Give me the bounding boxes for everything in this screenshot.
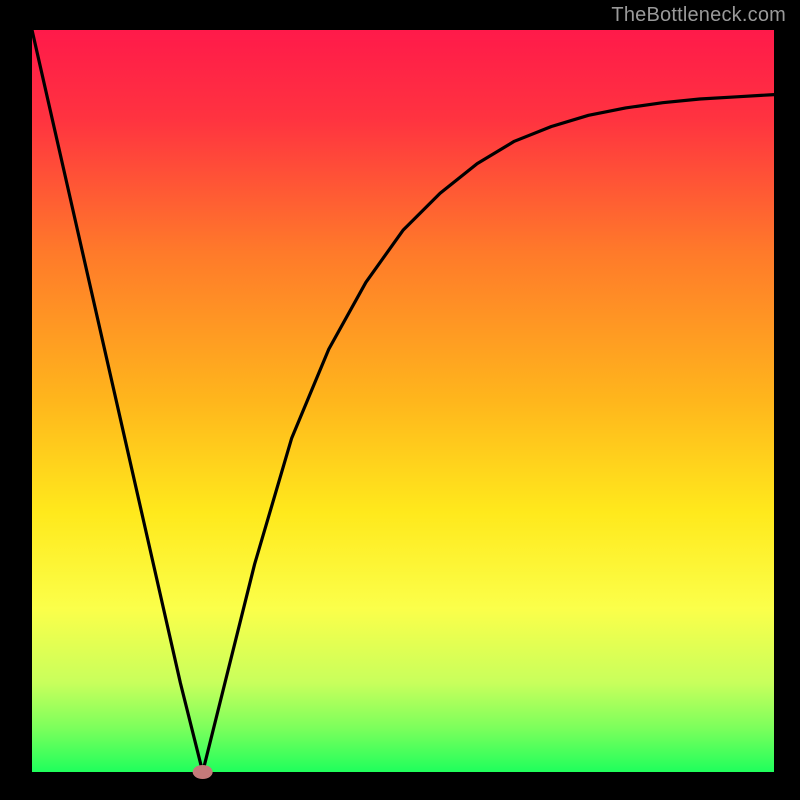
chart-frame: TheBottleneck.com [0, 0, 800, 800]
watermark-text: TheBottleneck.com [611, 4, 786, 27]
plot-background [32, 30, 774, 772]
bottleneck-chart [0, 0, 800, 800]
minimum-marker [193, 765, 213, 779]
